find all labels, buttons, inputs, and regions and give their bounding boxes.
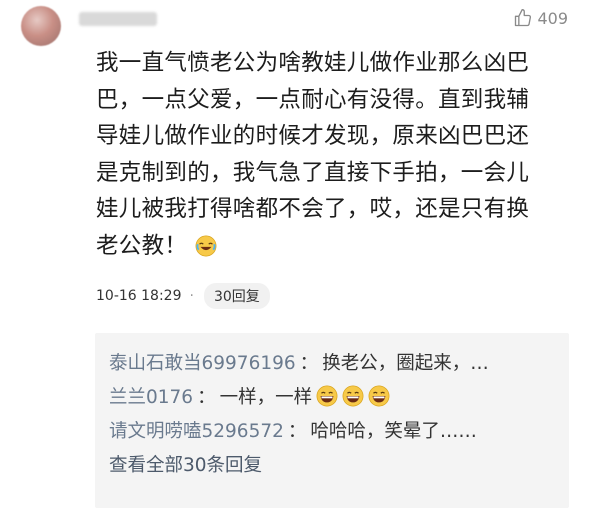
reply-author[interactable]: 泰山石敢当69976196 bbox=[109, 349, 296, 375]
reply-item[interactable]: 请文明唠嗑5296572 ： 哈哈哈，笑晕了…… bbox=[109, 413, 555, 447]
reply-item[interactable]: 兰兰0176 ： 一样，一样 bbox=[109, 379, 555, 413]
comment-line: 老公教！ bbox=[96, 232, 188, 259]
comment-line: 我一直气愤老公为啥教娃儿做作业那么凶巴 bbox=[96, 50, 530, 76]
reply-text: 换老公，圈起来，… bbox=[322, 353, 489, 374]
comment-line: 娃儿被我打得啥都不会了，哎，还是只有换 bbox=[96, 196, 530, 223]
like-count: 409 bbox=[537, 8, 568, 28]
comment-text: 我一直气愤老公为啥教娃儿做作业那么凶巴 巴，一点父爱，一点耐心有没得。直到我辅 … bbox=[96, 45, 574, 265]
grin-emoji-icon bbox=[368, 385, 390, 407]
reply-separator: ： bbox=[287, 421, 307, 442]
comment-line: 是克制到的，我气急了直接下手拍，一会儿 bbox=[96, 159, 530, 186]
like-button[interactable]: 409 bbox=[513, 8, 568, 28]
avatar[interactable] bbox=[21, 6, 61, 46]
laugh-cry-emoji-icon bbox=[195, 232, 217, 257]
username-blurred[interactable] bbox=[79, 12, 157, 26]
timestamp: 10-16 18:29 bbox=[96, 288, 182, 304]
reply-separator: ： bbox=[299, 353, 319, 374]
comment-line: 导娃儿做作业的时候才发现，原来凶巴巴还 bbox=[96, 123, 530, 150]
separator-dot: · bbox=[189, 288, 194, 304]
reply-separator: ： bbox=[197, 387, 216, 408]
reply-item[interactable]: 泰山石敢当69976196 ： 换老公，圈起来，… bbox=[109, 345, 555, 379]
comment-meta: 10-16 18:29 · 30回复 bbox=[96, 283, 270, 309]
comment-line-last: 老公教！ bbox=[96, 228, 574, 265]
reply-author[interactable]: 兰兰0176 bbox=[109, 383, 193, 409]
reply-author[interactable]: 请文明唠嗑5296572 bbox=[109, 417, 284, 443]
thumbs-up-icon bbox=[513, 8, 533, 28]
reply-count-button[interactable]: 30回复 bbox=[203, 283, 270, 309]
comment-line: 巴，一点父爱，一点耐心有没得。直到我辅 bbox=[96, 86, 530, 113]
reply-text: 哈哈哈，笑晕了…… bbox=[310, 421, 477, 442]
grin-emoji-icon bbox=[342, 385, 364, 407]
reply-text: 一样，一样 bbox=[219, 387, 313, 408]
replies-box: 泰山石敢当69976196 ： 换老公，圈起来，… 兰兰0176 ： 一样，一样… bbox=[95, 333, 569, 508]
grin-emoji-icon bbox=[316, 385, 338, 407]
view-all-replies-link[interactable]: 查看全部30条回复 bbox=[109, 447, 555, 481]
